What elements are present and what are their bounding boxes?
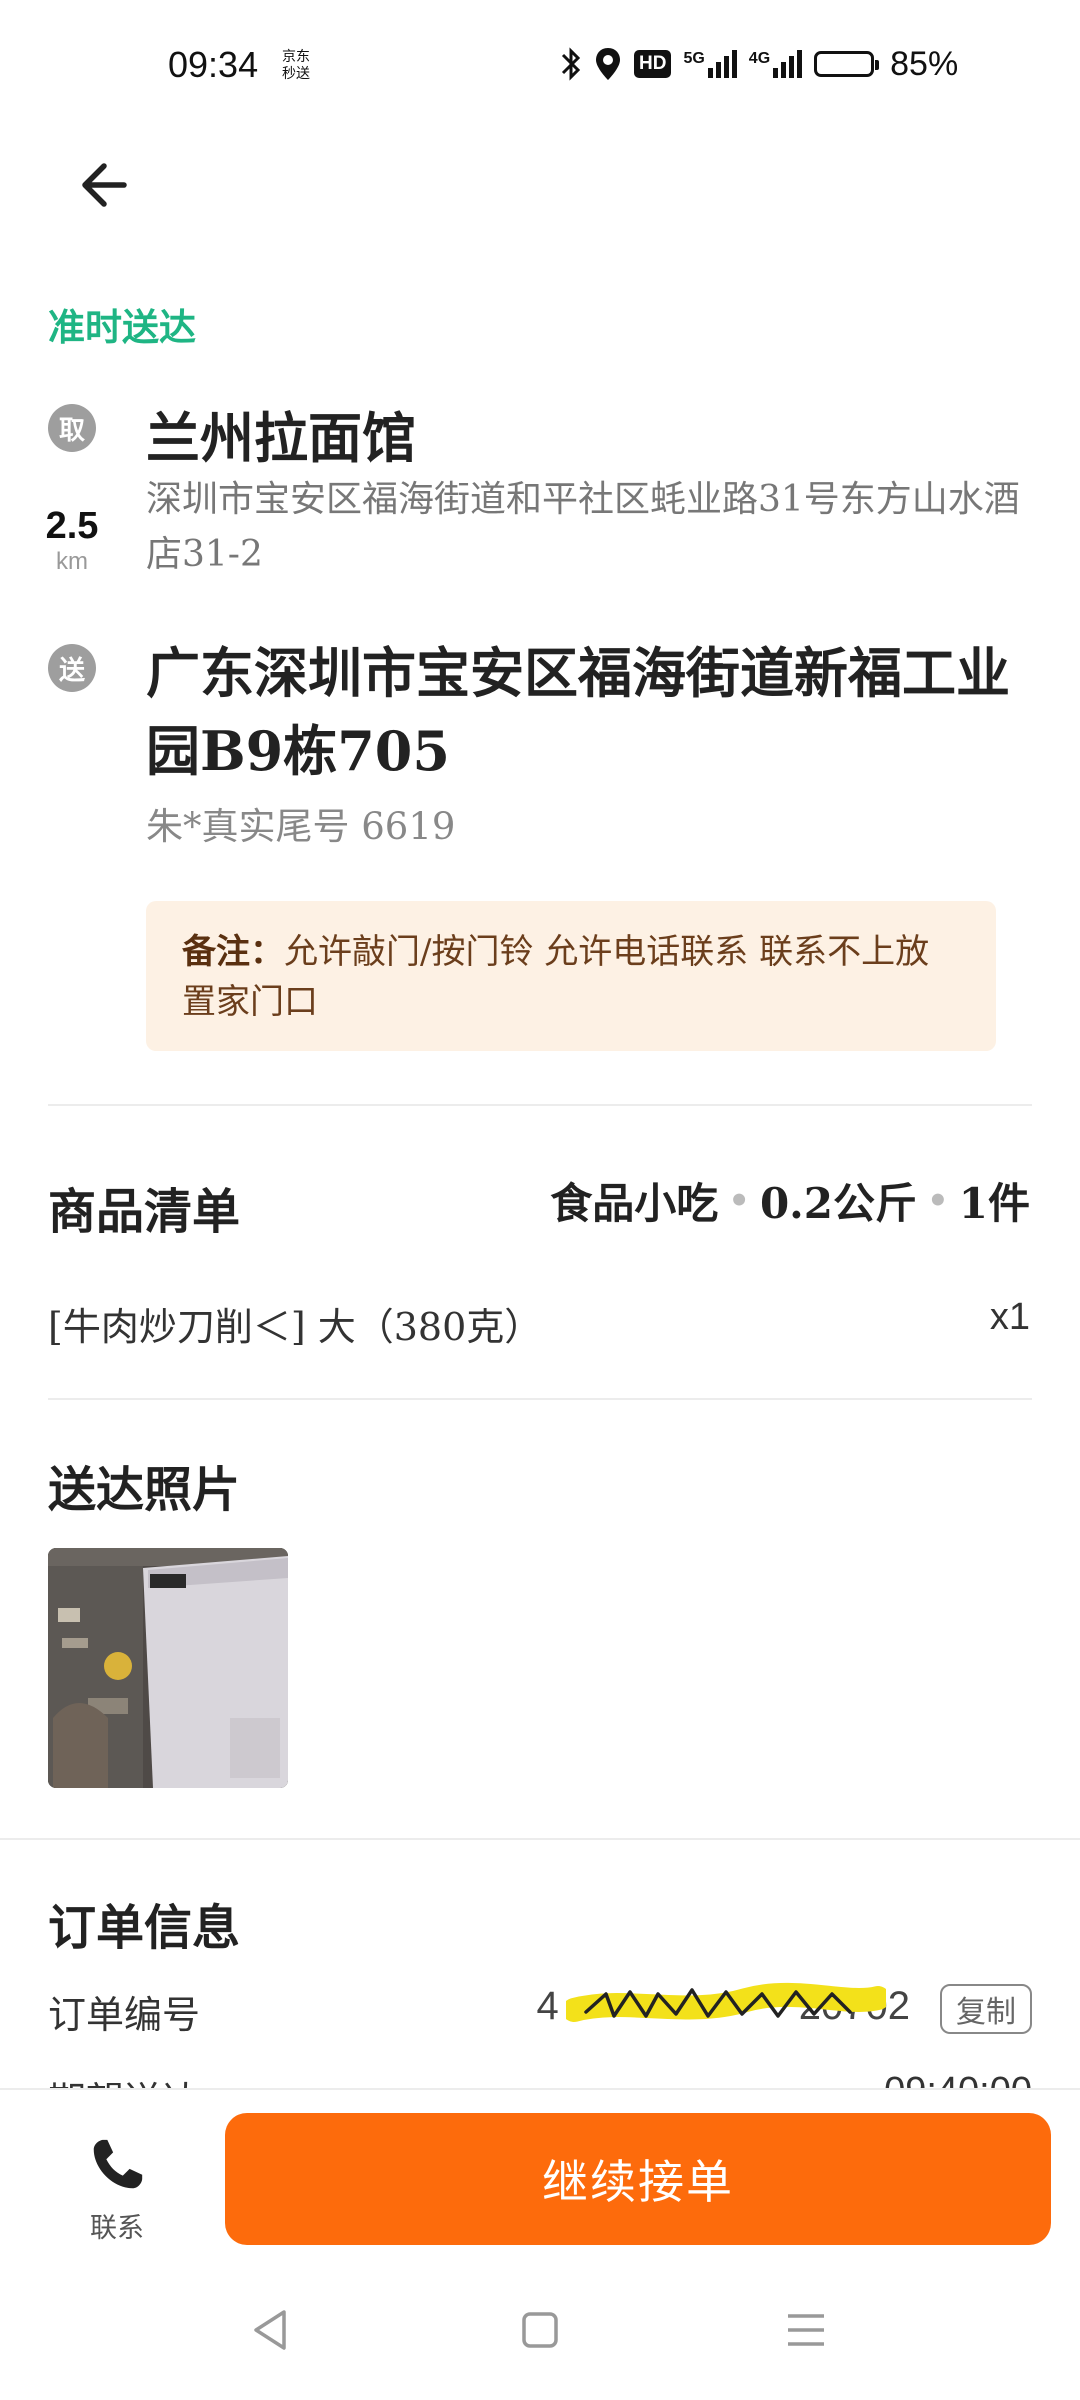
battery-icon xyxy=(814,51,880,77)
remark-text: 允许敲门/按门铃 允许电话联系 联系不上放置家门口 xyxy=(182,932,930,1022)
goods-item-qty: x1 xyxy=(989,1296,1030,1338)
separator-dot: • xyxy=(728,1180,750,1221)
back-button[interactable] xyxy=(72,150,142,220)
recipient-info: 朱*真实尾号 6619 xyxy=(146,805,456,848)
separator-dot: • xyxy=(927,1180,949,1221)
divider xyxy=(48,1398,1032,1400)
goods-summary: 食品小吃 • 0.2公斤 • 1件 xyxy=(550,1170,1030,1231)
expected-delivery-value: 09:40:00 xyxy=(884,2070,1032,2090)
contact-label: 联系 xyxy=(90,2213,144,2244)
goods-weight: 0.2公斤 xyxy=(759,1179,918,1228)
arrow-left-icon xyxy=(82,163,127,207)
distance-value: 2.5 xyxy=(45,505,99,547)
net2-label: 4G xyxy=(748,50,771,67)
delivery-status-text: 准时送达 xyxy=(48,305,196,349)
phone-icon xyxy=(93,2139,143,2189)
distance-unit: km xyxy=(56,548,88,575)
goods-category: 食品小吃 xyxy=(550,1179,719,1228)
shop-name: 兰州拉面馆 xyxy=(146,406,416,470)
order-number-prefix: 4 xyxy=(536,1984,559,2028)
order-number-label: 订单编号 xyxy=(48,1993,201,2037)
order-remark: 备注：允许敲门/按门铃 允许电话联系 联系不上放置家门口 xyxy=(146,901,996,1051)
expected-delivery-row: 期望送达 09:40:00 xyxy=(0,2060,1080,2090)
system-nav-bar xyxy=(0,2264,1080,2400)
location-icon xyxy=(596,48,620,80)
status-bar: 09:34 京东 秒送 HD 5G 4G 85% xyxy=(0,0,1080,130)
jd-notification-badge: 京东 秒送 xyxy=(282,49,310,83)
nav-back-icon[interactable] xyxy=(250,2308,290,2352)
redaction-scribble xyxy=(566,1982,886,2022)
expected-delivery-label: 期望送达 xyxy=(48,2070,200,2090)
hd-voice-icon: HD xyxy=(634,50,672,78)
remark-label: 备注： xyxy=(182,932,284,972)
jd-badge-line1: 京东 xyxy=(282,49,310,65)
pickup-tag: 取 xyxy=(48,404,96,452)
battery-percent: 85% xyxy=(890,44,959,83)
status-icons: HD 5G 4G 85% xyxy=(560,42,958,86)
continue-accept-orders-button[interactable]: 继续接单 xyxy=(225,2113,1051,2245)
goods-item-name: [牛肉炒刀削＜] 大（380克） xyxy=(48,1305,543,1349)
status-clock: 09:34 xyxy=(168,44,259,85)
distance-indicator: 2.5 km xyxy=(30,505,114,577)
signal-4g-icon: 4G xyxy=(748,50,803,78)
nav-menu-icon[interactable] xyxy=(786,2310,826,2350)
contact-button[interactable]: 联系 xyxy=(52,2134,182,2245)
copy-order-number-button[interactable]: 复制 xyxy=(940,1984,1032,2034)
bluetooth-icon xyxy=(561,47,581,81)
divider xyxy=(0,1838,1080,1840)
order-section-title: 订单信息 xyxy=(48,1900,241,1956)
goods-count: 1件 xyxy=(958,1179,1030,1228)
nav-home-icon[interactable] xyxy=(520,2310,560,2350)
dropoff-address: 广东深圳市宝安区福海街道新福工业园B9栋705 xyxy=(146,641,1010,783)
delivery-photo[interactable] xyxy=(48,1548,288,1788)
photos-section-title: 送达照片 xyxy=(48,1462,241,1518)
shop-address: 深圳市宝安区福海街道和平社区蚝业路31号东方山水酒店31-2 xyxy=(146,479,1020,575)
jd-badge-line2: 秒送 xyxy=(282,66,310,82)
signal-5g-icon: 5G xyxy=(683,50,737,78)
goods-section-title: 商品清单 xyxy=(48,1184,241,1240)
divider xyxy=(48,1104,1032,1106)
net1-label: 5G xyxy=(683,50,705,67)
dropoff-tag: 送 xyxy=(48,644,96,692)
